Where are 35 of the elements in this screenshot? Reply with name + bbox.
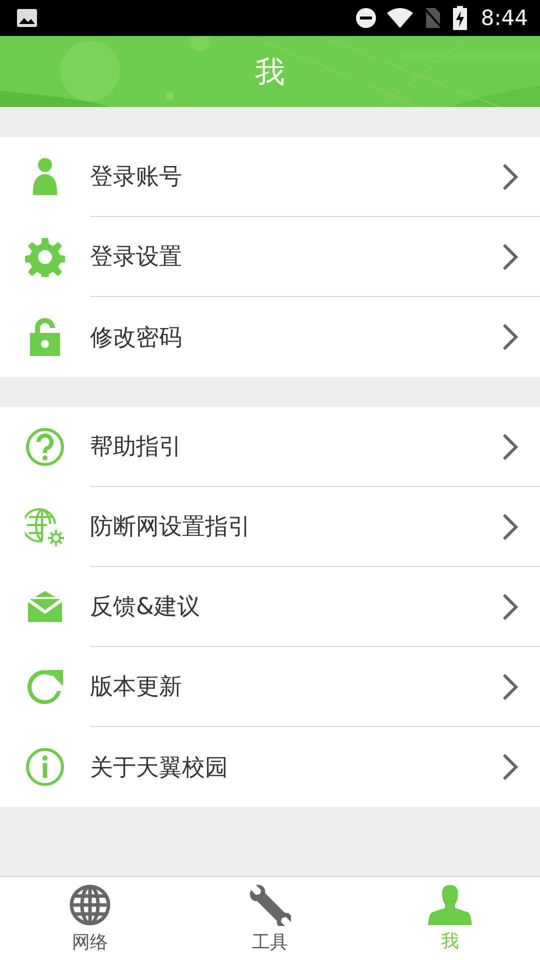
mail-icon xyxy=(27,591,63,623)
chevron-right-icon xyxy=(502,672,518,700)
gear-icon xyxy=(25,237,65,277)
refresh-icon xyxy=(25,667,65,707)
chevron-right-icon xyxy=(502,242,518,270)
clock-time: 8:44 xyxy=(480,6,528,30)
help-icon xyxy=(25,427,65,467)
menu-item-label[interactable]: 帮助指引 xyxy=(90,431,502,462)
menu-item-label[interactable]: 关于天翼校园 xyxy=(90,752,502,782)
nav-tab[interactable]: 网络 xyxy=(0,877,180,960)
chevron-right-icon xyxy=(502,323,518,351)
nav-tab[interactable]: 工具 xyxy=(180,877,360,960)
wrench-icon xyxy=(249,884,291,926)
battery-charging-icon xyxy=(452,6,467,30)
user-icon xyxy=(32,158,58,196)
chevron-right-icon xyxy=(502,512,518,540)
chevron-right-icon xyxy=(502,162,518,190)
chevron-right-icon xyxy=(502,753,518,781)
menu-item-label[interactable]: 防断网设置指引 xyxy=(90,511,502,542)
menu-item-label[interactable]: 登录设置 xyxy=(90,241,502,272)
chevron-right-icon xyxy=(502,432,518,460)
do-not-disturb-icon xyxy=(354,7,377,29)
info-icon xyxy=(25,747,65,787)
menu-item-label[interactable]: 修改密码 xyxy=(90,322,502,352)
page-title: 我 xyxy=(255,54,285,91)
globe-gear-icon xyxy=(25,507,65,547)
chevron-right-icon xyxy=(502,592,518,620)
wifi-icon xyxy=(386,8,413,28)
image-icon xyxy=(16,8,38,28)
menu-item-label[interactable]: 登录账号 xyxy=(90,161,502,192)
person-icon xyxy=(427,884,473,924)
menu-item-label[interactable]: 版本更新 xyxy=(90,671,502,702)
globe-icon xyxy=(69,884,111,926)
menu-item-label[interactable]: 反馈&建议 xyxy=(90,591,502,622)
unlock-icon xyxy=(28,318,62,356)
